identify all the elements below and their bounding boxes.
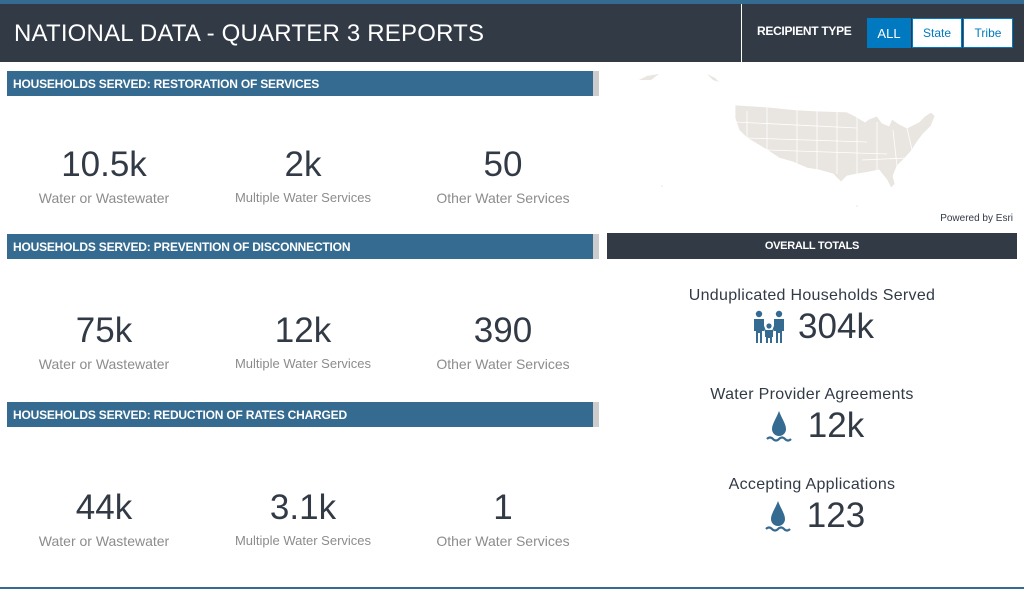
water-drop-icon <box>766 411 792 442</box>
section-title: HOUSEHOLDS SERVED: RESTORATION OF SERVIC… <box>13 77 320 91</box>
stat-label: Water or Wastewater <box>38 190 170 206</box>
dashboard-header: NATIONAL DATA - QUARTER 3 REPORTS RECIPI… <box>0 4 1024 62</box>
stat-value: 2k <box>284 145 322 184</box>
stat-reduction-water: 44k Water or Wastewater <box>4 488 204 549</box>
section-prevention-header: HOUSEHOLDS SERVED: PREVENTION OF DISCONN… <box>7 234 599 259</box>
section-scrollbar[interactable] <box>593 402 599 427</box>
stat-prevention-water: 75k Water or Wastewater <box>4 311 204 372</box>
total-accepting-applications: Accepting Applications 123 <box>607 476 1017 536</box>
total-label: Water Provider Agreements <box>710 386 914 403</box>
total-value: 123 <box>806 496 866 535</box>
stat-label: Multiple Water Services <box>234 190 372 205</box>
total-households: Unduplicated Households Served 304k <box>607 287 1017 347</box>
stat-value: 75k <box>75 311 133 350</box>
stat-value: 10.5k <box>61 145 147 184</box>
stat-label: Water or Wastewater <box>38 356 170 372</box>
map-attribution[interactable]: Powered by Esri <box>940 213 1013 224</box>
page-title: NATIONAL DATA - QUARTER 3 REPORTS <box>14 20 485 47</box>
section-scrollbar[interactable] <box>593 71 599 96</box>
us-map[interactable]: Powered by Esri <box>607 66 1017 226</box>
stat-prevention-multiple: 12k Multiple Water Services <box>203 311 403 371</box>
us-map-shape <box>639 74 936 207</box>
total-provider-agreements: Water Provider Agreements 12k <box>607 386 1017 446</box>
section-title: HOUSEHOLDS SERVED: PREVENTION OF DISCONN… <box>13 240 351 254</box>
stat-reduction-multiple: 3.1k Multiple Water Services <box>203 488 403 548</box>
stat-label: Water or Wastewater <box>38 533 170 549</box>
stat-value: 12k <box>274 311 332 350</box>
section-title: HOUSEHOLDS SERVED: REDUCTION OF RATES CH… <box>13 408 347 422</box>
filter-state-button[interactable]: State <box>912 18 962 48</box>
total-value: 304k <box>798 307 874 346</box>
stat-restoration-water: 10.5k Water or Wastewater <box>4 145 204 206</box>
stat-reduction-other: 1 Other Water Services <box>403 488 603 549</box>
stat-restoration-other: 50 Other Water Services <box>403 145 603 206</box>
stat-value: 3.1k <box>269 488 337 527</box>
overall-totals-header: OVERALL TOTALS <box>607 233 1017 259</box>
total-label: Unduplicated Households Served <box>688 287 936 304</box>
family-icon <box>754 310 785 343</box>
stat-value: 50 <box>483 145 523 184</box>
section-scrollbar[interactable] <box>593 234 599 259</box>
stat-label: Multiple Water Services <box>234 356 372 371</box>
total-label: Accepting Applications <box>728 476 896 493</box>
stat-prevention-other: 390 Other Water Services <box>403 311 603 372</box>
recipient-type-label: RECIPIENT TYPE <box>757 24 852 38</box>
filter-tribe-button[interactable]: Tribe <box>963 18 1013 48</box>
stat-value: 390 <box>473 311 533 350</box>
section-reduction-header: HOUSEHOLDS SERVED: REDUCTION OF RATES CH… <box>7 402 599 427</box>
section-restoration-header: HOUSEHOLDS SERVED: RESTORATION OF SERVIC… <box>7 71 599 96</box>
water-drop-icon <box>765 501 791 532</box>
filter-all-button[interactable]: ALL <box>867 18 911 48</box>
stat-restoration-multiple: 2k Multiple Water Services <box>203 145 403 205</box>
header-divider <box>741 4 742 62</box>
stat-label: Other Water Services <box>436 190 570 206</box>
stat-value: 1 <box>493 488 513 527</box>
stat-label: Other Water Services <box>436 533 570 549</box>
stat-label: Multiple Water Services <box>234 533 372 548</box>
stat-value: 44k <box>75 488 133 527</box>
stat-label: Other Water Services <box>436 356 570 372</box>
total-value: 12k <box>807 406 865 445</box>
